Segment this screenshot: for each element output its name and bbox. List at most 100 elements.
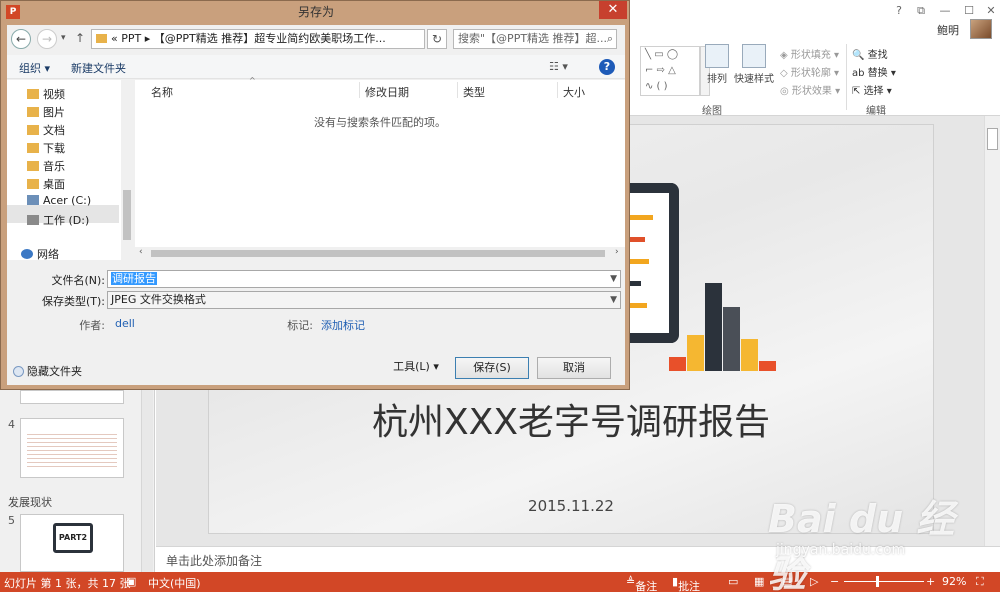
bar-chart-illustration [669,275,809,371]
restore-ribbon-icon[interactable]: ⧉ [910,2,932,20]
slide-title[interactable]: 杭州XXX老字号调研报告 [209,393,933,445]
refresh-button[interactable]: ↻ [427,29,447,49]
hide-folders-label: 隐藏文件夹 [27,365,82,378]
close-button[interactable]: ✕ [980,2,1000,20]
fit-slide-icon[interactable]: ⛶ [976,575,984,589]
column-type[interactable]: 类型 [463,84,485,100]
recent-locations-icon[interactable]: ▾ [61,33,66,43]
zoom-slider[interactable] [844,581,924,582]
help-icon[interactable]: ? [888,2,910,20]
quick-styles-button[interactable]: 快速样式 [734,44,774,85]
shape-fill-button[interactable]: ◈ 形状填充 ▾ [780,46,839,61]
ribbon-separator [846,44,847,110]
thumbnail-scrollbar[interactable] [141,390,153,572]
organize-button[interactable]: 组织 ▾ [19,60,50,76]
replace-button[interactable]: ab 替换 ▾ [852,64,896,79]
nav-scrollbar[interactable] [121,80,133,260]
horizontal-scrollbar-thumb[interactable] [151,250,605,257]
drive-icon [27,215,39,225]
chevron-down-icon[interactable]: ▼ [610,271,617,287]
search-input[interactable]: 搜索"【@PPT精选 推荐】超... ⌕ [453,29,617,49]
nav-scrollbar-thumb[interactable] [123,190,131,240]
folder-icon [27,179,39,189]
chart-bar [669,357,686,371]
nav-item-label: 文档 [43,124,65,137]
nav-item-label: 视频 [43,88,65,101]
column-size[interactable]: 大小 [563,84,585,100]
filename-field[interactable]: 调研报告 ▼ [107,270,621,288]
nav-item[interactable]: 图片 [27,104,65,120]
spellcheck-icon[interactable]: ▣ [126,575,136,588]
tools-button[interactable]: 工具(L) ▾ [383,357,449,379]
column-modified[interactable]: 修改日期 [365,84,409,100]
cancel-button[interactable]: 取消 [537,357,611,379]
filetype-label: 保存类型(T): [41,295,105,308]
tags-label: 标记: [287,319,313,332]
help-icon[interactable]: ? [599,59,615,75]
slide-thumbnail-5[interactable]: PART2 [20,514,124,572]
arrange-button[interactable]: 排列 [704,44,730,85]
chevron-down-icon[interactable]: ▼ [610,292,617,308]
section-label[interactable]: 发展现状 [8,494,52,510]
nav-item[interactable]: 视频 [27,86,65,102]
folder-icon [27,125,39,135]
avatar[interactable] [970,19,992,39]
nav-item[interactable]: 桌面 [27,176,65,192]
new-folder-button[interactable]: 新建文件夹 [71,60,126,76]
column-name[interactable]: 名称 [151,84,173,100]
save-button[interactable]: 保存(S) [455,357,529,379]
minimize-button[interactable]: — [934,2,956,20]
horizontal-scrollbar[interactable]: ‹ › [135,247,625,260]
scroll-right-icon[interactable]: › [615,247,619,257]
zoom-slider-thumb[interactable] [876,576,879,587]
arrow-shape-icon[interactable]: ⌐ ⇨ △ [645,65,676,76]
author-value[interactable]: dell [115,317,135,330]
slide-sorter-icon[interactable]: ▦ [754,575,764,588]
filetype-select[interactable]: JPEG 文件交换格式 ▼ [107,291,621,309]
find-button[interactable]: 🔍 查找 [852,46,888,61]
slide-number-5: 5 [8,514,15,527]
scroll-left-icon[interactable]: ‹ [139,247,143,257]
line-shape-icon[interactable]: ╲ ▭ ◯ [645,49,678,60]
normal-view-icon[interactable]: ▭ [728,575,738,588]
curve-shape-icon[interactable]: ∿ ( ) [645,81,668,92]
view-options-icon[interactable]: ☷ ▾ [549,60,568,73]
nav-item[interactable]: 网络 [21,246,59,262]
slide-thumbnail-4[interactable] [20,418,124,478]
user-name[interactable]: 鲍明 [937,22,959,38]
slide-thumbnail-pane: 4 发展现状 5 PART2 [0,390,155,572]
slide-thumbnail-3[interactable] [20,390,124,404]
zoom-out-button[interactable]: − [830,575,839,588]
dialog-close-button[interactable]: ✕ [599,1,627,19]
maximize-button[interactable]: ☐ [958,2,980,20]
zoom-level[interactable]: 92% [942,575,966,588]
add-tags-link[interactable]: 添加标记 [321,317,365,333]
slideshow-icon[interactable]: ▷ [810,575,818,588]
nav-item[interactable]: 下载 [27,140,65,156]
drive-icon [27,195,39,205]
select-button[interactable]: ⇱ 选择 ▾ [852,82,892,97]
zoom-in-button[interactable]: + [926,575,935,588]
shape-effects-button[interactable]: ◎ 形状效果 ▾ [780,82,840,97]
language-status[interactable]: 中文(中国) [148,575,201,591]
notes-toggle[interactable]: ≜ 备注 [626,575,657,592]
slide-date[interactable]: 2015.11.22 [209,497,933,515]
nav-item[interactable]: 音乐 [27,158,65,174]
nav-item[interactable]: Acer (C:) [27,194,91,207]
nav-item[interactable]: 工作 (D:) [27,212,89,228]
shape-outline-button[interactable]: ◇ 形状轮廓 ▾ [780,64,839,79]
shapes-gallery[interactable]: ╲ ▭ ◯ ⌐ ⇨ △ ∿ ( ) [640,46,700,96]
scrollbar-thumb[interactable] [987,128,998,150]
nav-item[interactable]: 文档 [27,122,65,138]
notes-pane[interactable]: 单击此处添加备注 [156,546,1000,572]
hide-folders-toggle[interactable]: 隐藏文件夹 [13,363,82,379]
forward-button[interactable]: → [37,29,57,49]
slide-scrollbar[interactable] [984,116,1000,546]
chevron-up-icon [13,366,24,377]
reading-view-icon[interactable]: ▤ [782,575,792,588]
comments-toggle[interactable]: ▮ 批注 [672,575,700,592]
up-folder-button[interactable]: ↑ [75,31,85,45]
back-button[interactable]: ← [11,29,31,49]
dialog-title: 另存为 [297,5,334,19]
address-bar[interactable]: « PPT ▸ 【@PPT精选 推荐】超专业简约欧美职场工作... [91,29,425,49]
